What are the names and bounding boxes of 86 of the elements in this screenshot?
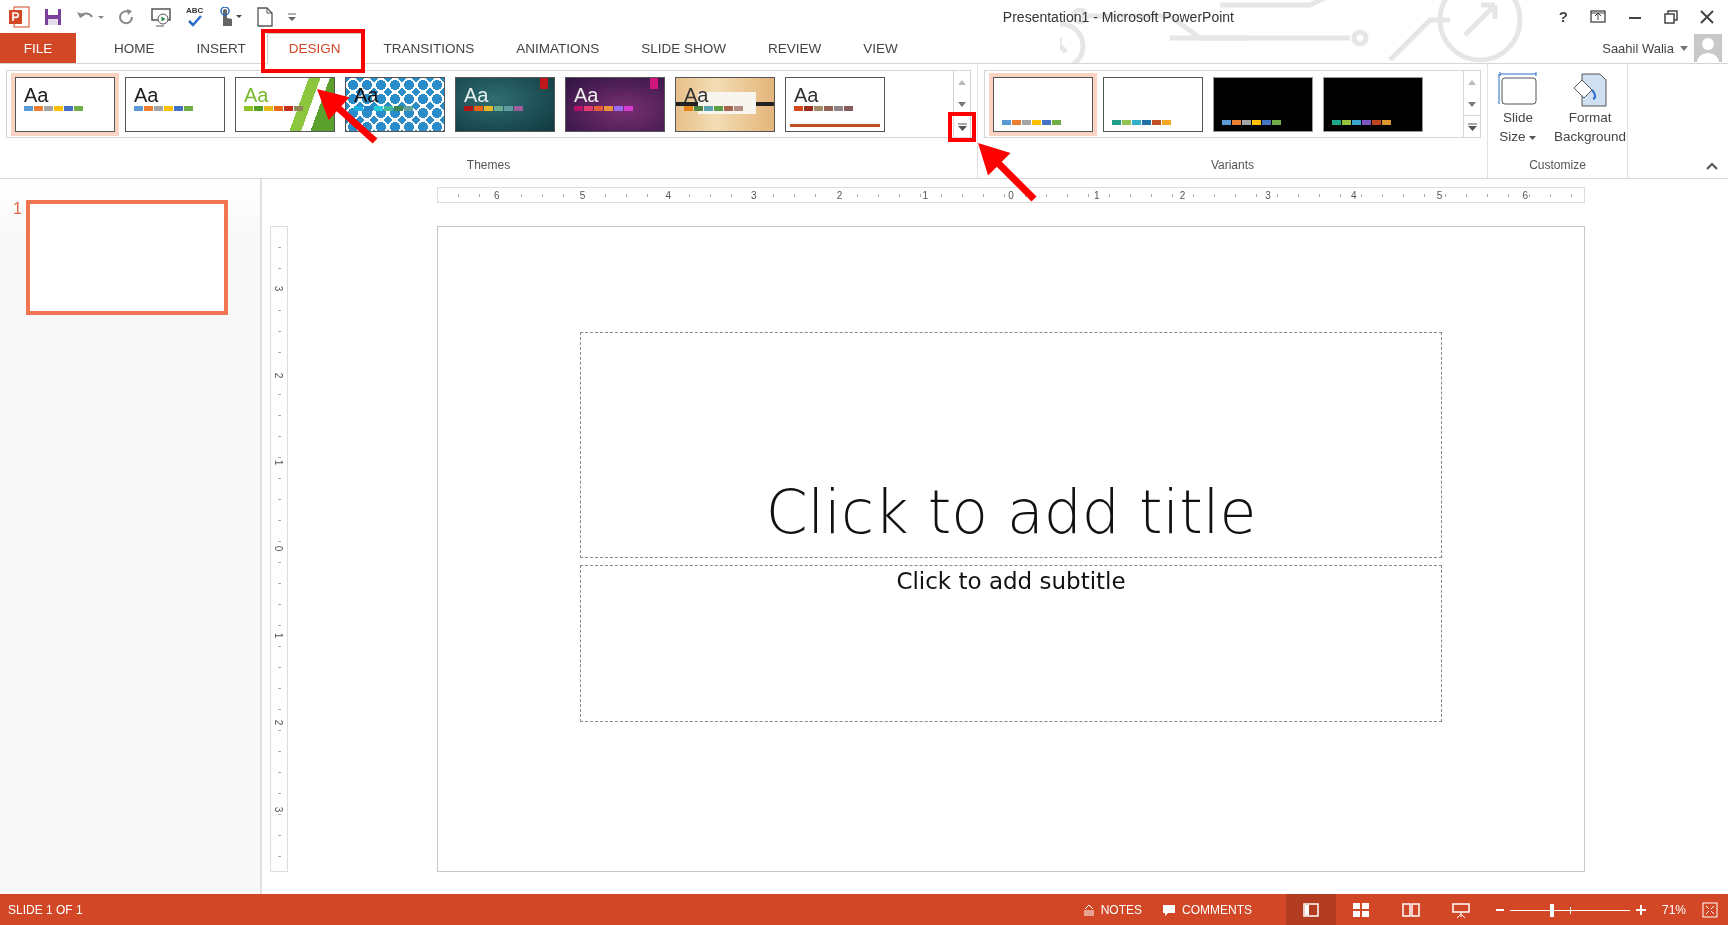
theme-thumbnail[interactable]: Aa	[15, 76, 115, 132]
ruler-number: 5	[1435, 189, 1444, 201]
touch-mode-icon[interactable]	[217, 6, 244, 27]
user-name[interactable]: Saahil Walia	[1602, 40, 1674, 56]
ruler-number: 3	[273, 806, 285, 813]
ruler-number: 2	[273, 719, 285, 726]
variant-thumbnail[interactable]	[1103, 76, 1203, 132]
theme-thumbnail[interactable]: Aa	[785, 76, 885, 132]
comment-icon[interactable]	[1161, 903, 1176, 917]
ruler-number: 3	[273, 285, 285, 292]
variant-thumbnail[interactable]	[993, 76, 1093, 132]
corner-tab-mark	[540, 77, 548, 89]
ribbon-tab[interactable]: REVIEW	[747, 33, 843, 63]
title-placeholder[interactable]: Click to add title	[580, 332, 1442, 558]
new-document-icon[interactable]	[257, 6, 274, 27]
ruler-number: 2	[273, 372, 285, 379]
caret-icon[interactable]	[1527, 135, 1537, 141]
caret-icon[interactable]	[1680, 45, 1688, 51]
scroll-down-icon[interactable]	[1468, 101, 1476, 107]
help-button[interactable]: ?	[1558, 8, 1568, 25]
ruler-number: 3	[750, 189, 758, 201]
zoom-level[interactable]: 71%	[1661, 903, 1686, 917]
ribbon-tab[interactable]: TRANSITIONS	[362, 33, 496, 63]
scroll-down-icon[interactable]	[958, 101, 966, 107]
ruler-number: 6	[1521, 189, 1529, 201]
theme-thumbnail[interactable]: Aa	[455, 76, 555, 132]
ribbon-tab[interactable]: VIEW	[842, 33, 919, 63]
ribbon-tab[interactable]: HOME	[93, 33, 176, 63]
file-tab[interactable]: FILE	[0, 33, 76, 63]
notes-icon[interactable]	[1082, 904, 1095, 916]
slide-size-icon[interactable]	[1498, 72, 1538, 108]
ruler-number: 1	[273, 633, 285, 639]
theme-thumbnail[interactable]: Aa	[125, 76, 225, 132]
view-icon[interactable]	[1301, 902, 1320, 918]
ruler-number: 4	[664, 189, 672, 201]
theme-thumbnail[interactable]: Aa	[565, 76, 665, 132]
ribbon-tab[interactable]: ANIMATIONS	[495, 33, 621, 63]
notes-button[interactable]: NOTES	[1072, 894, 1152, 925]
corner-tab-mark	[650, 77, 658, 89]
ruler-number: 2	[835, 189, 844, 201]
slide-size-button[interactable]: Slide Size	[1494, 70, 1542, 148]
collapse-ribbon-icon[interactable]	[1706, 162, 1718, 170]
theme-thumbnail[interactable]: Aa	[675, 76, 775, 132]
zoom-out-icon[interactable]	[1495, 906, 1504, 914]
app-logo[interactable]	[8, 5, 30, 28]
subtitle-placeholder[interactable]: Click to add subtitle	[580, 565, 1442, 722]
restore-icon[interactable]	[1664, 9, 1678, 24]
view-icon[interactable]	[1401, 902, 1420, 918]
comments-button[interactable]: COMMENTS	[1151, 894, 1262, 925]
redo-icon[interactable]	[118, 7, 136, 26]
close-icon[interactable]	[1700, 9, 1714, 24]
ruler-number: 4	[1350, 189, 1358, 201]
variant-thumbnail[interactable]	[1213, 76, 1313, 132]
presentation-play-icon[interactable]	[150, 6, 172, 27]
zoom-thumb[interactable]	[1549, 903, 1554, 917]
more-icon[interactable]	[957, 122, 967, 131]
fit-to-window-icon[interactable]	[1702, 902, 1718, 918]
ruler-number: 2	[1178, 189, 1187, 201]
ruler-number: 1	[1092, 189, 1101, 201]
view-icon[interactable]	[1451, 902, 1470, 918]
slide-thumbnail[interactable]	[25, 200, 228, 315]
view-button[interactable]	[1285, 894, 1336, 925]
slide-counter: SLIDE 1 OF 1	[8, 903, 83, 917]
ribbon-display-icon[interactable]	[1590, 10, 1606, 23]
zoom-in-icon[interactable]	[1635, 905, 1646, 915]
ruler-number: 3	[1264, 189, 1272, 201]
slide-number: 1	[13, 200, 22, 218]
view-icon[interactable]	[1351, 902, 1370, 918]
format-background-button[interactable]: Format Background	[1550, 70, 1631, 148]
group-label: Variants	[1209, 158, 1256, 174]
ribbon-tab[interactable]: INSERT	[175, 33, 267, 63]
save-icon[interactable]	[44, 7, 62, 26]
ruler-number: 0	[1007, 189, 1015, 201]
ruler-number: 0	[273, 546, 285, 552]
variant-thumbnail[interactable]	[1323, 76, 1423, 132]
group-label: Customize	[1528, 158, 1587, 174]
ribbon-tab[interactable]: DESIGN	[266, 33, 363, 64]
group-label: Themes	[465, 158, 512, 174]
ruler-number: 1	[921, 189, 930, 201]
ruler-number: 5	[578, 189, 587, 201]
ruler-number: 6	[493, 189, 501, 201]
ribbon-tab[interactable]: SLIDE SHOW	[620, 33, 748, 63]
more-icon[interactable]	[1467, 122, 1477, 131]
ruler-number: 1	[273, 459, 285, 465]
customize-caret-icon[interactable]	[287, 10, 298, 23]
window-title: Presentation1 - Microsoft PowerPoint	[1001, 8, 1235, 25]
